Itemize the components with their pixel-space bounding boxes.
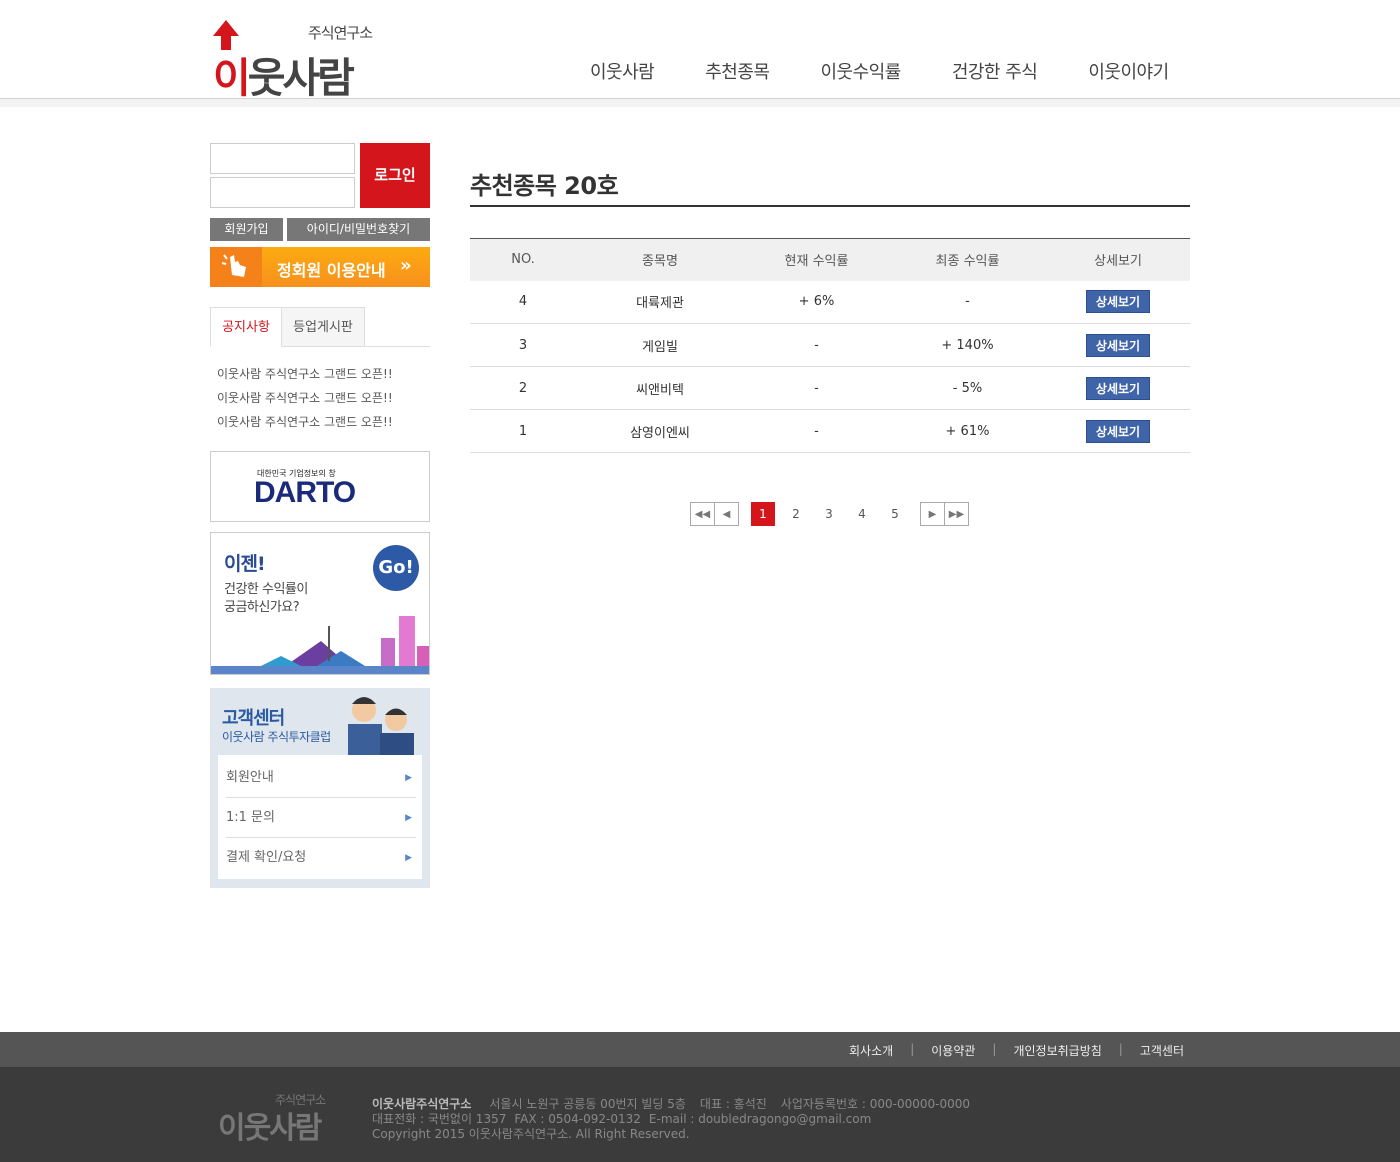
password-input[interactable]	[210, 177, 355, 208]
prev-page-icon[interactable]: ◀	[714, 502, 739, 526]
site-logo[interactable]: 주식연구소 이웃사람	[213, 20, 388, 102]
page-link-current[interactable]: 1	[751, 502, 775, 526]
go-bubble-icon: Go!	[373, 545, 419, 591]
header-divider	[0, 99, 1400, 107]
footer-separator: |	[1118, 1042, 1123, 1056]
caret-right-icon: ▶	[405, 813, 412, 823]
cell-name: 삼영이엔씨	[576, 409, 744, 453]
footer-copyright: Copyright 2015 이웃사람주식연구소. All Right Rese…	[372, 1127, 690, 1141]
staff-illustration	[348, 697, 414, 755]
healthy-returns-banner[interactable]: 이젠! 건강한 수익률이 궁금하신가요? Go!	[210, 532, 430, 675]
cell-no: 2	[470, 366, 576, 410]
notice-item[interactable]: 이웃사람 주식연구소 그랜드 오픈!!	[217, 413, 393, 430]
cell-current: -	[744, 409, 889, 453]
detail-button[interactable]: 상세보기	[1086, 419, 1150, 443]
dart-banner[interactable]: 대한민국 기업정보의 창 DARTO	[210, 451, 430, 522]
nav-item-recommend[interactable]: 추천종목	[705, 58, 770, 84]
table-row: 4 대륙제관 + 6% - 상세보기	[470, 280, 1190, 324]
page-link[interactable]: 5	[883, 502, 907, 526]
footer-link-about[interactable]: 회사소개	[849, 1042, 893, 1059]
footer-separator: |	[992, 1042, 997, 1056]
logo-subtitle: 주식연구소	[308, 24, 373, 42]
cell-final: -	[889, 280, 1046, 324]
city-skyline-illustration	[211, 616, 429, 674]
footer-links-bar: 회사소개 | 이용약관 | 개인정보취급방침 | 고객센터	[0, 1032, 1400, 1067]
col-final: 최종 수익률	[889, 238, 1046, 281]
last-page-icon[interactable]: ▶▶	[944, 502, 969, 526]
footer-company-name: 이웃사람주식연구소	[372, 1097, 472, 1111]
customer-center-title: 고객센터	[222, 708, 285, 729]
first-page-icon[interactable]: ◀◀	[690, 502, 715, 526]
footer-logo: 주식연구소 이웃사람	[218, 1093, 326, 1146]
footer-link-support[interactable]: 고객센터	[1140, 1042, 1184, 1059]
table-row: 1 삼영이엔씨 - + 61% 상세보기	[470, 409, 1190, 453]
nav-item-returns[interactable]: 이웃수익률	[821, 58, 902, 84]
detail-button[interactable]: 상세보기	[1086, 376, 1150, 400]
nav-item-healthy-stock[interactable]: 건강한 주식	[952, 58, 1038, 84]
caret-right-icon: ▶	[405, 773, 412, 783]
cell-no: 3	[470, 323, 576, 367]
page-link[interactable]: 3	[817, 502, 841, 526]
customer-center: 고객센터 이웃사람 주식투자클럽 회원안내 ▶ 1:1 문의 ▶ 결제 확인/요…	[210, 688, 430, 888]
table-row: 2 씨앤비텍 - - 5% 상세보기	[470, 366, 1190, 410]
banner-text: 건강한 수익률이 궁금하신가요?	[224, 582, 308, 615]
hand-pointer-icon	[210, 247, 262, 287]
col-detail: 상세보기	[1046, 238, 1190, 281]
user-id-input[interactable]	[210, 143, 355, 174]
page-link[interactable]: 2	[784, 502, 808, 526]
cell-final: + 61%	[889, 409, 1046, 453]
find-account-button[interactable]: 아이디/비밀번호찾기	[287, 218, 430, 241]
table-header-row: NO. 종목명 현재 수익률 최종 수익률 상세보기	[470, 238, 1190, 281]
main-nav: 이웃사람 추천종목 이웃수익률 건강한 주식 이웃이야기	[590, 58, 1169, 84]
cell-no: 1	[470, 409, 576, 453]
title-divider	[470, 205, 1190, 207]
double-chevron-icon: »	[400, 255, 412, 276]
footer-separator: |	[910, 1042, 915, 1056]
cs-item-inquiry[interactable]: 1:1 문의 ▶	[226, 798, 416, 838]
member-guide-button[interactable]: 정회원 이용안내 »	[210, 247, 430, 287]
customer-center-subtitle: 이웃사람 주식투자클럽	[222, 730, 331, 744]
site-header: 주식연구소 이웃사람 이웃사람 추천종목 이웃수익률 건강한 주식 이웃이야기	[0, 0, 1400, 102]
cell-name: 대륙제관	[576, 280, 744, 324]
cell-current: -	[744, 366, 889, 410]
tab-notice[interactable]: 공지사항	[210, 307, 282, 347]
footer: 주식연구소 이웃사람 이웃사람주식연구소 서울시 노원구 공릉동 00번지 빌딩 …	[0, 1067, 1400, 1162]
col-no: NO.	[470, 238, 576, 281]
tab-upgrade-board[interactable]: 등업게시판	[282, 307, 365, 347]
board-tabs: 공지사항 등업게시판	[210, 307, 430, 347]
cs-item-member-info[interactable]: 회원안내 ▶	[226, 758, 416, 798]
banner-title: 이젠!	[224, 553, 266, 575]
join-button[interactable]: 회원가입	[210, 218, 283, 241]
col-name: 종목명	[576, 238, 744, 281]
footer-link-privacy[interactable]: 개인정보취급방침	[1013, 1042, 1101, 1059]
customer-center-menu: 회원안내 ▶ 1:1 문의 ▶ 결제 확인/요청 ▶	[218, 755, 422, 879]
next-page-icon[interactable]: ▶	[920, 502, 945, 526]
detail-button[interactable]: 상세보기	[1086, 333, 1150, 357]
login-button[interactable]: 로그인	[360, 143, 430, 208]
nav-item-stories[interactable]: 이웃이야기	[1088, 58, 1169, 84]
footer-company-info: 이웃사람주식연구소 서울시 노원구 공릉동 00번지 빌딩 5층 대표 : 홍석진 사…	[372, 1097, 971, 1141]
page-link[interactable]: 4	[850, 502, 874, 526]
table-row: 3 게임빌 - + 140% 상세보기	[470, 323, 1190, 367]
cell-name: 씨앤비텍	[576, 366, 744, 410]
recommend-table: NO. 종목명 현재 수익률 최종 수익률 상세보기 4 대륙제관 + 6% -…	[470, 238, 1190, 453]
cell-final: - 5%	[889, 366, 1046, 410]
dart-logo: DARTO	[254, 476, 356, 509]
page-title: 추천종목 20호	[470, 172, 619, 200]
footer-link-terms[interactable]: 이용약관	[931, 1042, 975, 1059]
col-current: 현재 수익률	[744, 238, 889, 281]
caret-right-icon: ▶	[405, 853, 412, 863]
notice-item[interactable]: 이웃사람 주식연구소 그랜드 오픈!!	[217, 365, 393, 382]
nav-item-neighbor[interactable]: 이웃사람	[590, 58, 655, 84]
logo-wordmark: 이웃사람	[213, 54, 355, 102]
detail-button[interactable]: 상세보기	[1086, 290, 1150, 314]
cell-final: + 140%	[889, 323, 1046, 367]
cell-name: 게임빌	[576, 323, 744, 367]
cell-current: + 6%	[744, 280, 889, 324]
cs-item-payment[interactable]: 결제 확인/요청 ▶	[226, 838, 416, 878]
member-guide-label: 정회원 이용안내	[277, 261, 386, 280]
cell-current: -	[744, 323, 889, 367]
notice-item[interactable]: 이웃사람 주식연구소 그랜드 오픈!!	[217, 389, 393, 406]
cell-no: 4	[470, 280, 576, 324]
